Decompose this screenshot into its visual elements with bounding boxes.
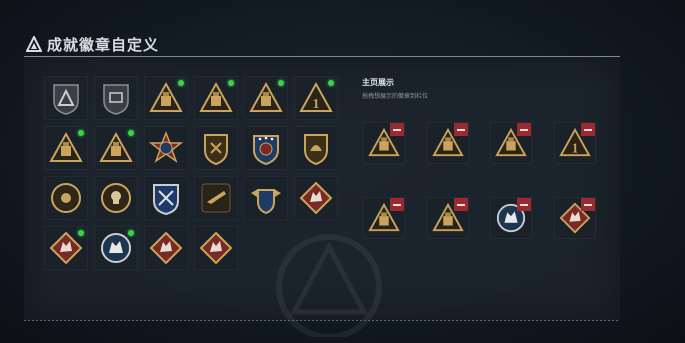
collection-badge-1[interactable] (44, 76, 88, 120)
gold-helmet-triangle-badge-icon (249, 81, 283, 112)
collection-badge-11[interactable] (244, 126, 288, 170)
showcase-slot-1[interactable] (363, 122, 405, 164)
remove-badge-button[interactable] (581, 198, 595, 211)
new-indicator-dot (78, 230, 84, 236)
grey-triangle-shield-badge-icon (53, 84, 79, 115)
gold-rifle-shield-badge-icon (204, 134, 228, 165)
collection-badge-20[interactable] (94, 226, 138, 270)
minus-icon (393, 128, 401, 131)
showcase-slot-8[interactable] (554, 197, 596, 239)
collection-badge-22[interactable] (194, 226, 238, 270)
showcase-slot-5[interactable] (363, 197, 405, 239)
svg-text:1: 1 (572, 140, 579, 155)
triangle-logo-icon (26, 36, 42, 52)
page-title-bar: 成就徽章自定义 (26, 34, 159, 54)
collection-badge-10[interactable] (194, 126, 238, 170)
gold-rifle-badge-icon (201, 183, 231, 213)
new-indicator-dot (128, 230, 134, 236)
new-indicator-dot (78, 130, 84, 136)
gold-trophy-triangle-badge-icon (149, 81, 183, 112)
showcase-slot-4[interactable]: 1 (554, 122, 596, 164)
remove-badge-button[interactable] (390, 123, 404, 136)
grey-cargo-shield-badge-icon (103, 84, 129, 115)
gold-winged-shield-badge-icon (251, 189, 281, 215)
new-indicator-dot (228, 80, 234, 86)
red-wolf-diamond-badge-icon (199, 231, 233, 265)
new-indicator-dot (278, 80, 284, 86)
showcase-title: 主页展示 (362, 78, 394, 87)
badge-collection-grid: 1 (44, 76, 344, 270)
collection-badge-5[interactable] (244, 76, 288, 120)
remove-badge-button[interactable] (454, 123, 468, 136)
red-wolf-diamond-badge-icon (299, 181, 333, 215)
red-wolf-diamond-badge-icon (49, 231, 83, 265)
remove-badge-button[interactable] (454, 198, 468, 211)
collection-badge-9[interactable] (144, 126, 188, 170)
minus-icon (520, 203, 528, 206)
collection-badge-19[interactable] (44, 226, 88, 270)
minus-icon (520, 128, 528, 131)
minus-icon (584, 203, 592, 206)
collection-badge-14[interactable] (94, 176, 138, 220)
showcase-subtitle: 拖拽想展示的徽章到栏位 (362, 94, 429, 100)
badge-customize-panel: 1 主页展示 拖拽想展示的徽章到栏位 1 (24, 56, 620, 337)
showcase-slot-3[interactable] (490, 122, 532, 164)
new-indicator-dot (328, 80, 334, 86)
silver-wolf-disc-badge-icon (101, 233, 131, 263)
gold-crate-triangle-badge-icon (199, 81, 233, 112)
collection-badge-7[interactable] (44, 126, 88, 170)
remove-badge-button[interactable] (517, 123, 531, 136)
gold-canister-triangle-badge-icon (49, 131, 83, 162)
collection-badge-18[interactable] (294, 176, 338, 220)
collection-badge-16[interactable] (194, 176, 238, 220)
page-title: 成就徽章自定义 (47, 36, 160, 54)
minus-icon (584, 128, 592, 131)
navy-star-shield-badge-icon (253, 135, 279, 165)
gold-number-one-triangle-badge-icon: 1 (299, 81, 333, 112)
collection-badge-13[interactable] (44, 176, 88, 220)
collection-badge-15[interactable] (144, 176, 188, 220)
new-indicator-dot (128, 130, 134, 136)
red-wolf-diamond-badge-icon (149, 231, 183, 265)
bronze-skull-disc-badge-icon (101, 183, 131, 213)
remove-badge-button[interactable] (390, 198, 404, 211)
gold-eagle-shield-badge-icon (304, 134, 328, 165)
minus-icon (393, 203, 401, 206)
collection-badge-17[interactable] (244, 176, 288, 220)
minus-icon (457, 128, 465, 131)
svg-text:1: 1 (313, 97, 320, 112)
bronze-disc-badge-icon (51, 183, 81, 213)
red-star-medal-badge-icon (149, 131, 183, 163)
collection-badge-12[interactable] (294, 126, 338, 170)
remove-badge-button[interactable] (517, 198, 531, 211)
showcase-slot-2[interactable] (427, 122, 469, 164)
showcase-slot-6[interactable] (427, 197, 469, 239)
new-indicator-dot (178, 80, 184, 86)
collection-badge-21[interactable] (144, 226, 188, 270)
collection-badge-2[interactable] (94, 76, 138, 120)
showcase-slot-7[interactable] (490, 197, 532, 239)
minus-icon (457, 203, 465, 206)
collection-badge-3[interactable] (144, 76, 188, 120)
remove-badge-button[interactable] (581, 123, 595, 136)
collection-badge-6[interactable]: 1 (294, 76, 338, 120)
collection-badge-8[interactable] (94, 126, 138, 170)
collection-badge-4[interactable] (194, 76, 238, 120)
gold-soldier-triangle-badge-icon (99, 131, 133, 162)
navy-crossed-weapons-badge-icon (153, 184, 179, 215)
